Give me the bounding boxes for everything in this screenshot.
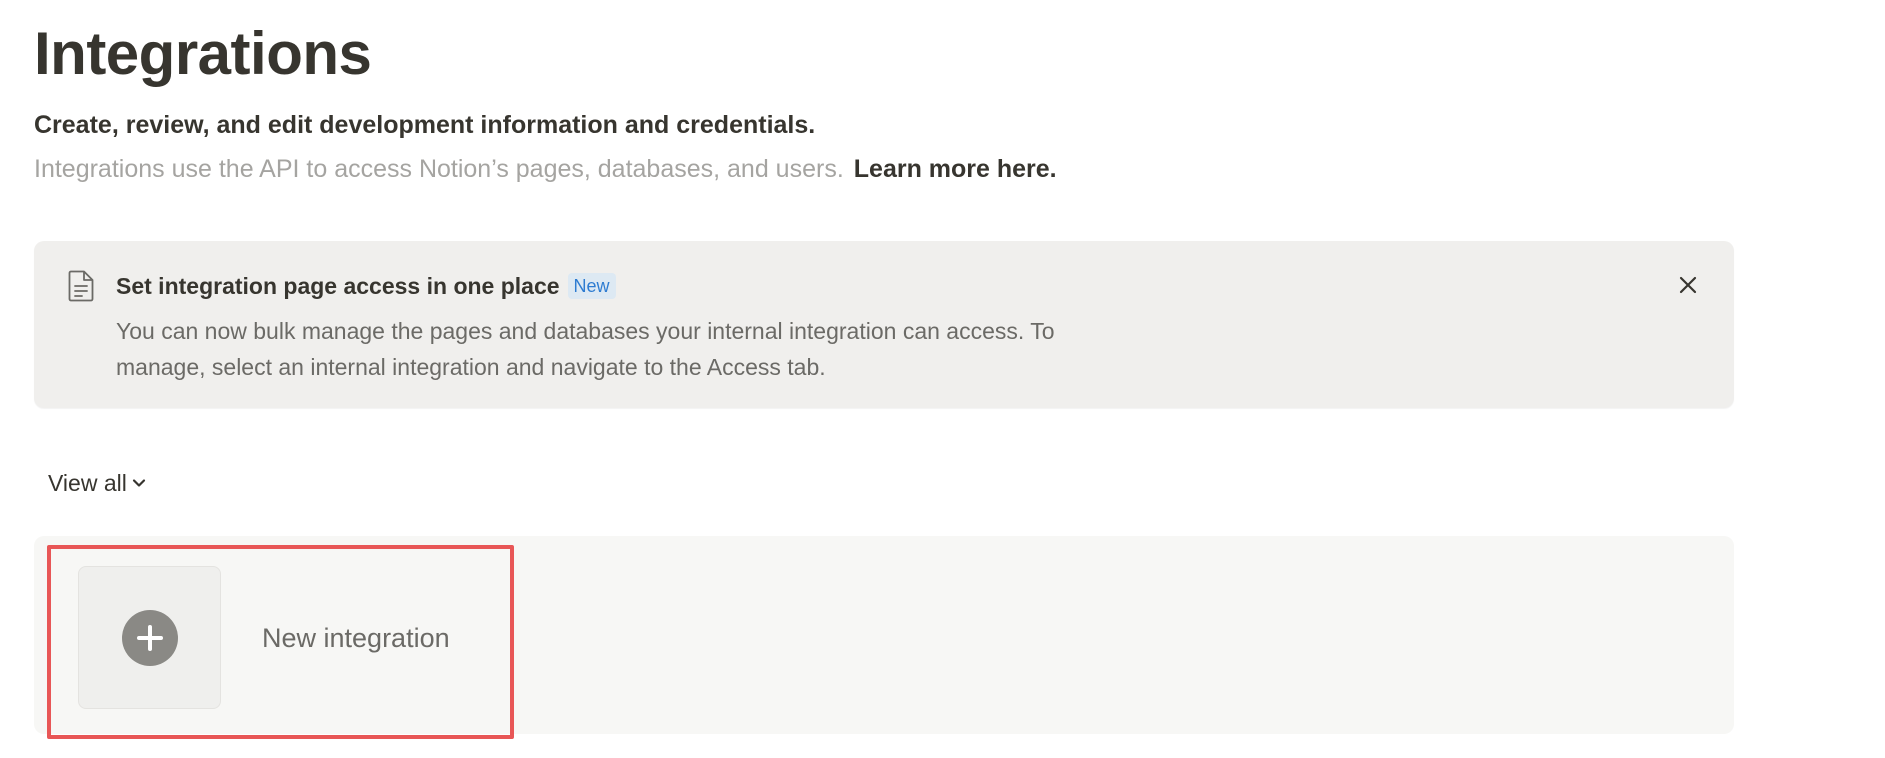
banner-body: You can now bulk manage the pages and da… (116, 318, 1055, 380)
view-all-label: View all (48, 470, 127, 496)
page-title: Integrations (34, 20, 372, 87)
description-text: Integrations use the API to access Notio… (34, 155, 844, 183)
banner-title: Set integration page access in one place… (116, 272, 616, 300)
page-subtitle: Create, review, and edit development inf… (34, 111, 816, 139)
page-description: Integrations use the API to access Notio… (34, 154, 1057, 184)
new-integration-label: New integration (262, 623, 450, 653)
close-icon[interactable] (1676, 273, 1700, 297)
new-integration-tile[interactable] (78, 566, 221, 709)
banner-title-text: Set integration page access in one place (116, 273, 560, 299)
learn-more-link[interactable]: Learn more here. (854, 155, 1057, 183)
document-icon (68, 270, 94, 302)
plus-circle-icon (122, 610, 178, 666)
info-banner: Set integration page access in one place… (34, 241, 1734, 408)
view-all-dropdown[interactable]: View all (48, 468, 147, 498)
new-integration-button[interactable]: New integration (47, 545, 514, 739)
new-badge: New (567, 273, 616, 299)
chevron-down-icon (132, 479, 145, 487)
